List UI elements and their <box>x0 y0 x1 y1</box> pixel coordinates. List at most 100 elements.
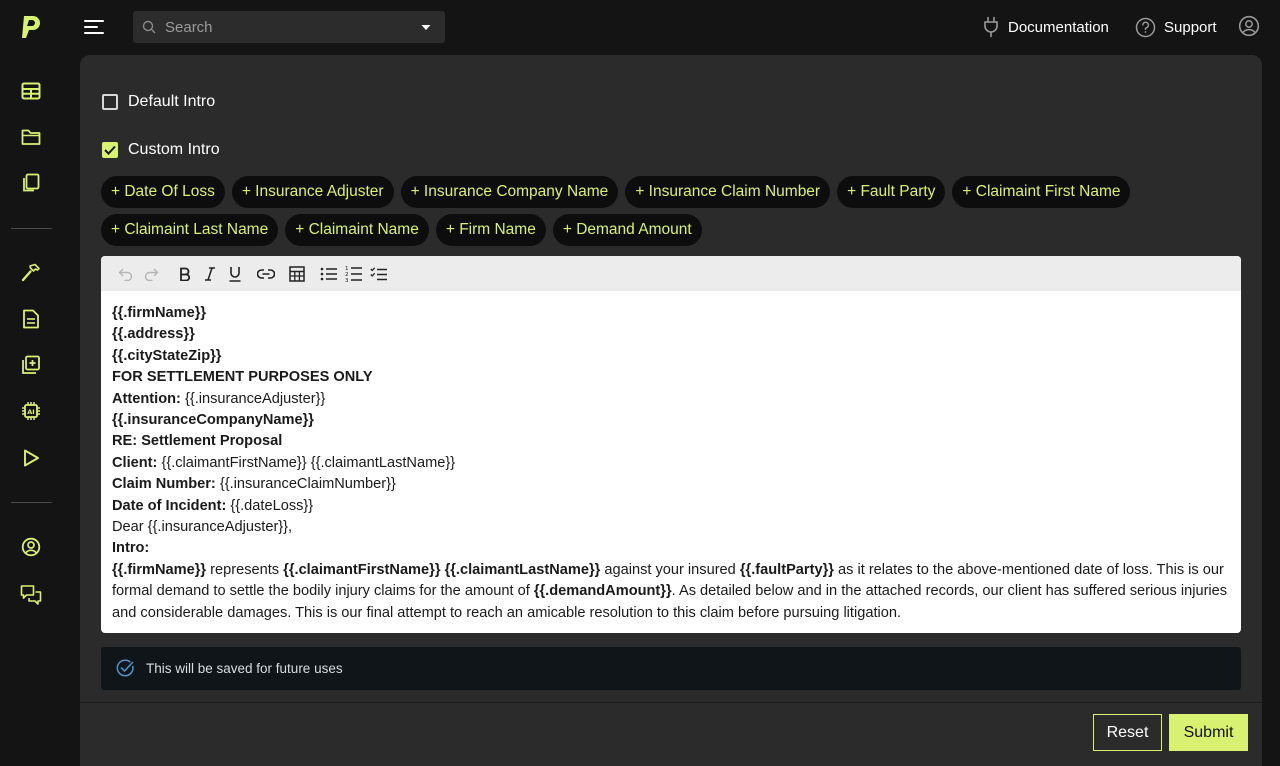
editor-bold-text: Attention: <box>112 390 181 407</box>
bullet-list-icon[interactable] <box>318 263 340 285</box>
editor-bold-text: {{.cityStateZip}} <box>112 347 222 364</box>
action-bar <box>80 702 1262 766</box>
variable-chip[interactable]: + Claimaint Last Name <box>101 214 279 246</box>
editor-bold-text: Client: <box>112 454 158 471</box>
editor-bold-text: Intro: <box>112 540 150 557</box>
editor-line: Intro: <box>112 538 1230 559</box>
checkbox-box[interactable] <box>102 94 118 110</box>
undo-icon[interactable] <box>115 263 137 285</box>
ai-chip-icon[interactable]: AI <box>19 399 43 423</box>
search-icon <box>142 20 156 34</box>
variable-chip[interactable]: + Insurance Company Name <box>400 176 619 208</box>
rail-divider <box>11 502 52 503</box>
documentation-label: Documentation <box>1008 18 1109 36</box>
editor-line: {{.firmName}} <box>112 303 1230 324</box>
search-box[interactable] <box>133 11 445 43</box>
editor-line: Dear {{.insuranceAdjuster}}, <box>112 517 1230 538</box>
plug-icon <box>984 16 998 38</box>
editor-bold-text: {{.demandAmount}} <box>533 583 672 600</box>
support-link[interactable]: Support <box>1135 15 1217 39</box>
editor-text: {{.dateLoss}} <box>226 497 314 514</box>
underline-icon[interactable] <box>224 263 246 285</box>
editor-text: represents <box>206 561 284 578</box>
submit-button[interactable]: Submit <box>1169 714 1248 751</box>
hammer-icon[interactable] <box>19 261 43 285</box>
documentation-link[interactable]: Documentation <box>982 15 1109 39</box>
variable-chip[interactable]: + Claimaint Name <box>285 214 429 246</box>
variable-chip[interactable]: + Claimaint First Name <box>952 176 1131 208</box>
left-rail: AI <box>0 0 62 766</box>
variable-chip[interactable]: + Firm Name <box>435 214 546 246</box>
variable-chip[interactable]: + Insurance Claim Number <box>625 176 831 208</box>
document-icon[interactable] <box>19 307 43 331</box>
custom-intro-checkbox[interactable]: Custom Intro <box>102 140 220 160</box>
editor-line: RE: Settlement Proposal <box>112 431 1230 452</box>
copy-icon[interactable] <box>19 171 43 195</box>
table-icon[interactable] <box>19 79 43 103</box>
variable-chip[interactable]: + Fault Party <box>837 176 946 208</box>
editor-bold-text: {{.firmName}} <box>112 561 207 578</box>
editor-bold-text: {{.faultParty}} <box>739 561 834 578</box>
variable-chip[interactable]: + Demand Amount <box>552 214 702 246</box>
editor-line: Client: {{.claimantFirstName}} {{.claima… <box>112 453 1230 474</box>
checklist-icon[interactable] <box>368 263 390 285</box>
editor-text: against your insured <box>600 561 740 578</box>
check-icon <box>104 145 116 155</box>
svg-text:3: 3 <box>345 278 349 283</box>
editor-bold-text: {{.address}} <box>112 326 195 343</box>
user-circle-icon[interactable] <box>19 535 43 559</box>
default-intro-checkbox[interactable]: Default Intro <box>102 92 215 112</box>
redo-icon[interactable] <box>140 263 162 285</box>
editor-bold-text: Date of Incident: <box>112 497 227 514</box>
editor-text: {{.claimantFirstName}} {{.claimantLastNa… <box>157 454 456 471</box>
default-intro-label: Default Intro <box>128 93 216 110</box>
editor-content[interactable]: {{.firmName}} {{.address}} {{.cityStateZip… <box>101 291 1241 624</box>
editor-bold-text: FOR SETTLEMENT PURPOSES ONLY <box>112 369 373 386</box>
link-icon[interactable] <box>255 263 277 285</box>
variable-chips: + Date Of Loss + Insurance Adjuster + Insu… <box>101 176 1241 246</box>
chat-icon[interactable] <box>19 583 43 607</box>
save-notice-text: This will be saved for future uses <box>146 661 343 676</box>
account-avatar-icon[interactable] <box>1238 15 1260 37</box>
editor-text: Dear {{.insuranceAdjuster}}, <box>112 519 293 536</box>
editor-line: Attention: {{.insuranceAdjuster}} <box>112 389 1230 410</box>
editor-line: {{.insuranceCompanyName}} <box>112 410 1230 431</box>
folder-icon[interactable] <box>19 125 43 149</box>
svg-text:AI: AI <box>27 408 34 416</box>
variable-chip[interactable]: + Insurance Adjuster <box>231 176 394 208</box>
play-icon[interactable] <box>19 446 43 470</box>
checkbox-box[interactable] <box>102 142 118 158</box>
hamburger-menu-icon[interactable] <box>82 15 106 39</box>
editor-bold-text: {{.claimantFirstName}} {{.claimantLastNa… <box>283 561 601 578</box>
table-insert-icon[interactable] <box>286 263 308 285</box>
editor-text: {{.insuranceClaimNumber}} <box>215 476 396 493</box>
editor-line: FOR SETTLEMENT PURPOSES ONLY <box>112 367 1230 388</box>
variable-chip[interactable]: + Date Of Loss <box>101 176 225 208</box>
editor-bold-text: {{.insuranceCompanyName}} <box>112 412 314 429</box>
search-input[interactable] <box>165 11 415 43</box>
custom-intro-label: Custom Intro <box>128 141 220 158</box>
support-label: Support <box>1164 18 1217 36</box>
reset-button[interactable]: Reset <box>1093 714 1162 751</box>
help-circle-icon <box>1135 17 1156 37</box>
check-circle-icon <box>116 659 134 677</box>
numbered-list-icon[interactable]: 123 <box>343 263 365 285</box>
chevron-down-icon[interactable] <box>421 24 431 31</box>
rich-text-editor[interactable]: 123 {{.firmName}} {{.address}} {{.cityStat… <box>101 256 1241 633</box>
editor-bold-text: RE: Settlement Proposal <box>112 433 283 450</box>
rail-divider <box>11 228 52 229</box>
editor-toolbar: 123 <box>101 256 1241 291</box>
top-bar: Documentation Support <box>62 0 1280 54</box>
editor-bold-text: {{.firmName}} <box>112 305 207 321</box>
editor-line: {{.cityStateZip}} <box>112 346 1230 367</box>
bold-icon[interactable] <box>174 263 196 285</box>
add-file-icon[interactable] <box>19 353 43 377</box>
editor-line: Date of Incident: {{.dateLoss}} <box>112 496 1230 517</box>
editor-line: {{.address}} <box>112 324 1230 345</box>
editor-line: Claim Number: {{.insuranceClaimNumber}} <box>112 474 1230 495</box>
editor-line: {{.firmName}} represents {{.claimantFirs… <box>112 560 1230 624</box>
p-logo-icon[interactable] <box>19 14 43 40</box>
italic-icon[interactable] <box>199 263 221 285</box>
editor-bold-text: Claim Number: <box>112 476 216 493</box>
save-notice: This will be saved for future uses <box>101 647 1241 690</box>
